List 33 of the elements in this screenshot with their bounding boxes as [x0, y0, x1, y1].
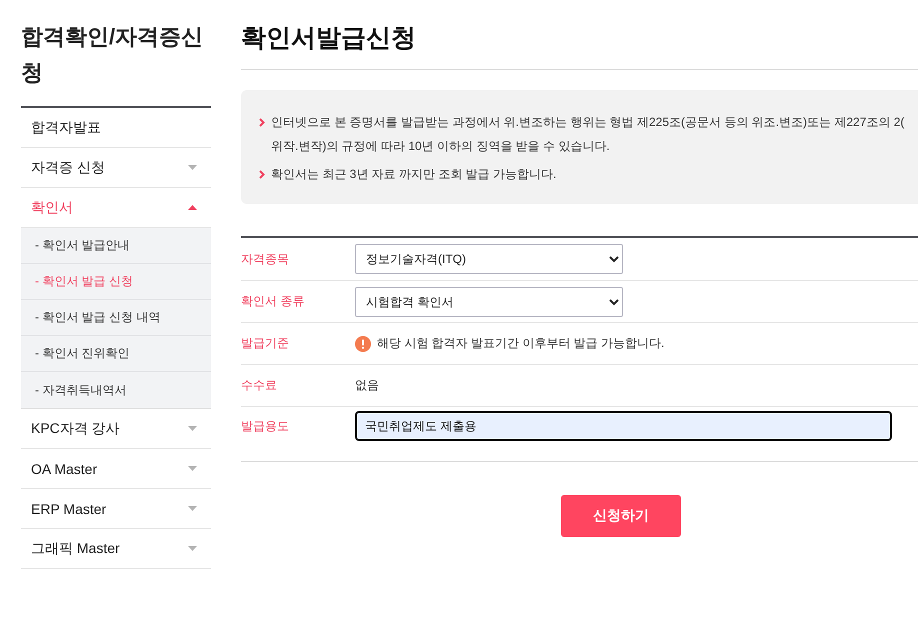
sidebar-item[interactable]: 자격증 신청	[21, 148, 211, 188]
caret-down-icon	[188, 466, 197, 471]
exclamation-icon	[355, 336, 371, 352]
notice-text: 확인서는 최근 3년 자료 까지만 조회 발급 가능합니다.	[271, 166, 556, 183]
notice-text: 인터넷으로 본 증명서를 발급받는 과정에서 위.변조하는 행위는 형법 제225조(공문서 등의 위조.변조)또는 제227조의 2( 위작.변작)의 규정에 따라 10년 이하의 징역을 받을 수 있습니다.	[271, 114, 904, 155]
sidebar-subitem[interactable]: - 확인서 진위확인	[21, 336, 211, 372]
sidebar-title: 합격확인/자격증신청	[21, 23, 204, 87]
caret-down-icon	[188, 165, 197, 170]
sidebar-subitem[interactable]: - 자격취득내역서	[21, 372, 211, 408]
caret-down-icon	[188, 546, 197, 551]
field-label: 수수료	[241, 377, 278, 394]
select-field[interactable]: 시험합격 확인서	[355, 286, 623, 316]
select-field[interactable]: 정보기술자격(ITQ)	[355, 244, 623, 274]
sidebar-item[interactable]: OA Master	[21, 449, 211, 489]
sidebar-subitem[interactable]: - 확인서 발급 신청 내역	[21, 300, 211, 336]
sidebar-item[interactable]: KPC자격 강사	[21, 409, 211, 449]
sidebar-item[interactable]: ERP Master	[21, 489, 211, 529]
caret-down-icon	[188, 426, 197, 431]
info-text: 해당 시험 합격자 발표기간 이후부터 발급 가능합니다.	[377, 335, 664, 352]
field-label: 자격종목	[241, 250, 290, 268]
field-label: 발급기준	[241, 335, 290, 352]
caret-up-icon	[188, 205, 197, 210]
sidebar-item[interactable]: 합격자발표	[21, 108, 211, 148]
input-field[interactable]: 국민취업제도 제출용	[355, 411, 892, 441]
chevron-icon	[259, 118, 265, 127]
sidebar-item[interactable]: 그래픽 Master	[21, 529, 211, 569]
caret-down-icon	[188, 506, 197, 511]
value-text: 없음	[355, 377, 379, 394]
field-label: 확인서 종류	[241, 293, 306, 310]
field-label: 발급용도	[241, 418, 290, 434]
chevron-icon	[259, 170, 265, 179]
sidebar-subitem[interactable]: - 확인서 발급안내	[21, 228, 211, 264]
page-title: 확인서발급신청	[241, 23, 416, 54]
